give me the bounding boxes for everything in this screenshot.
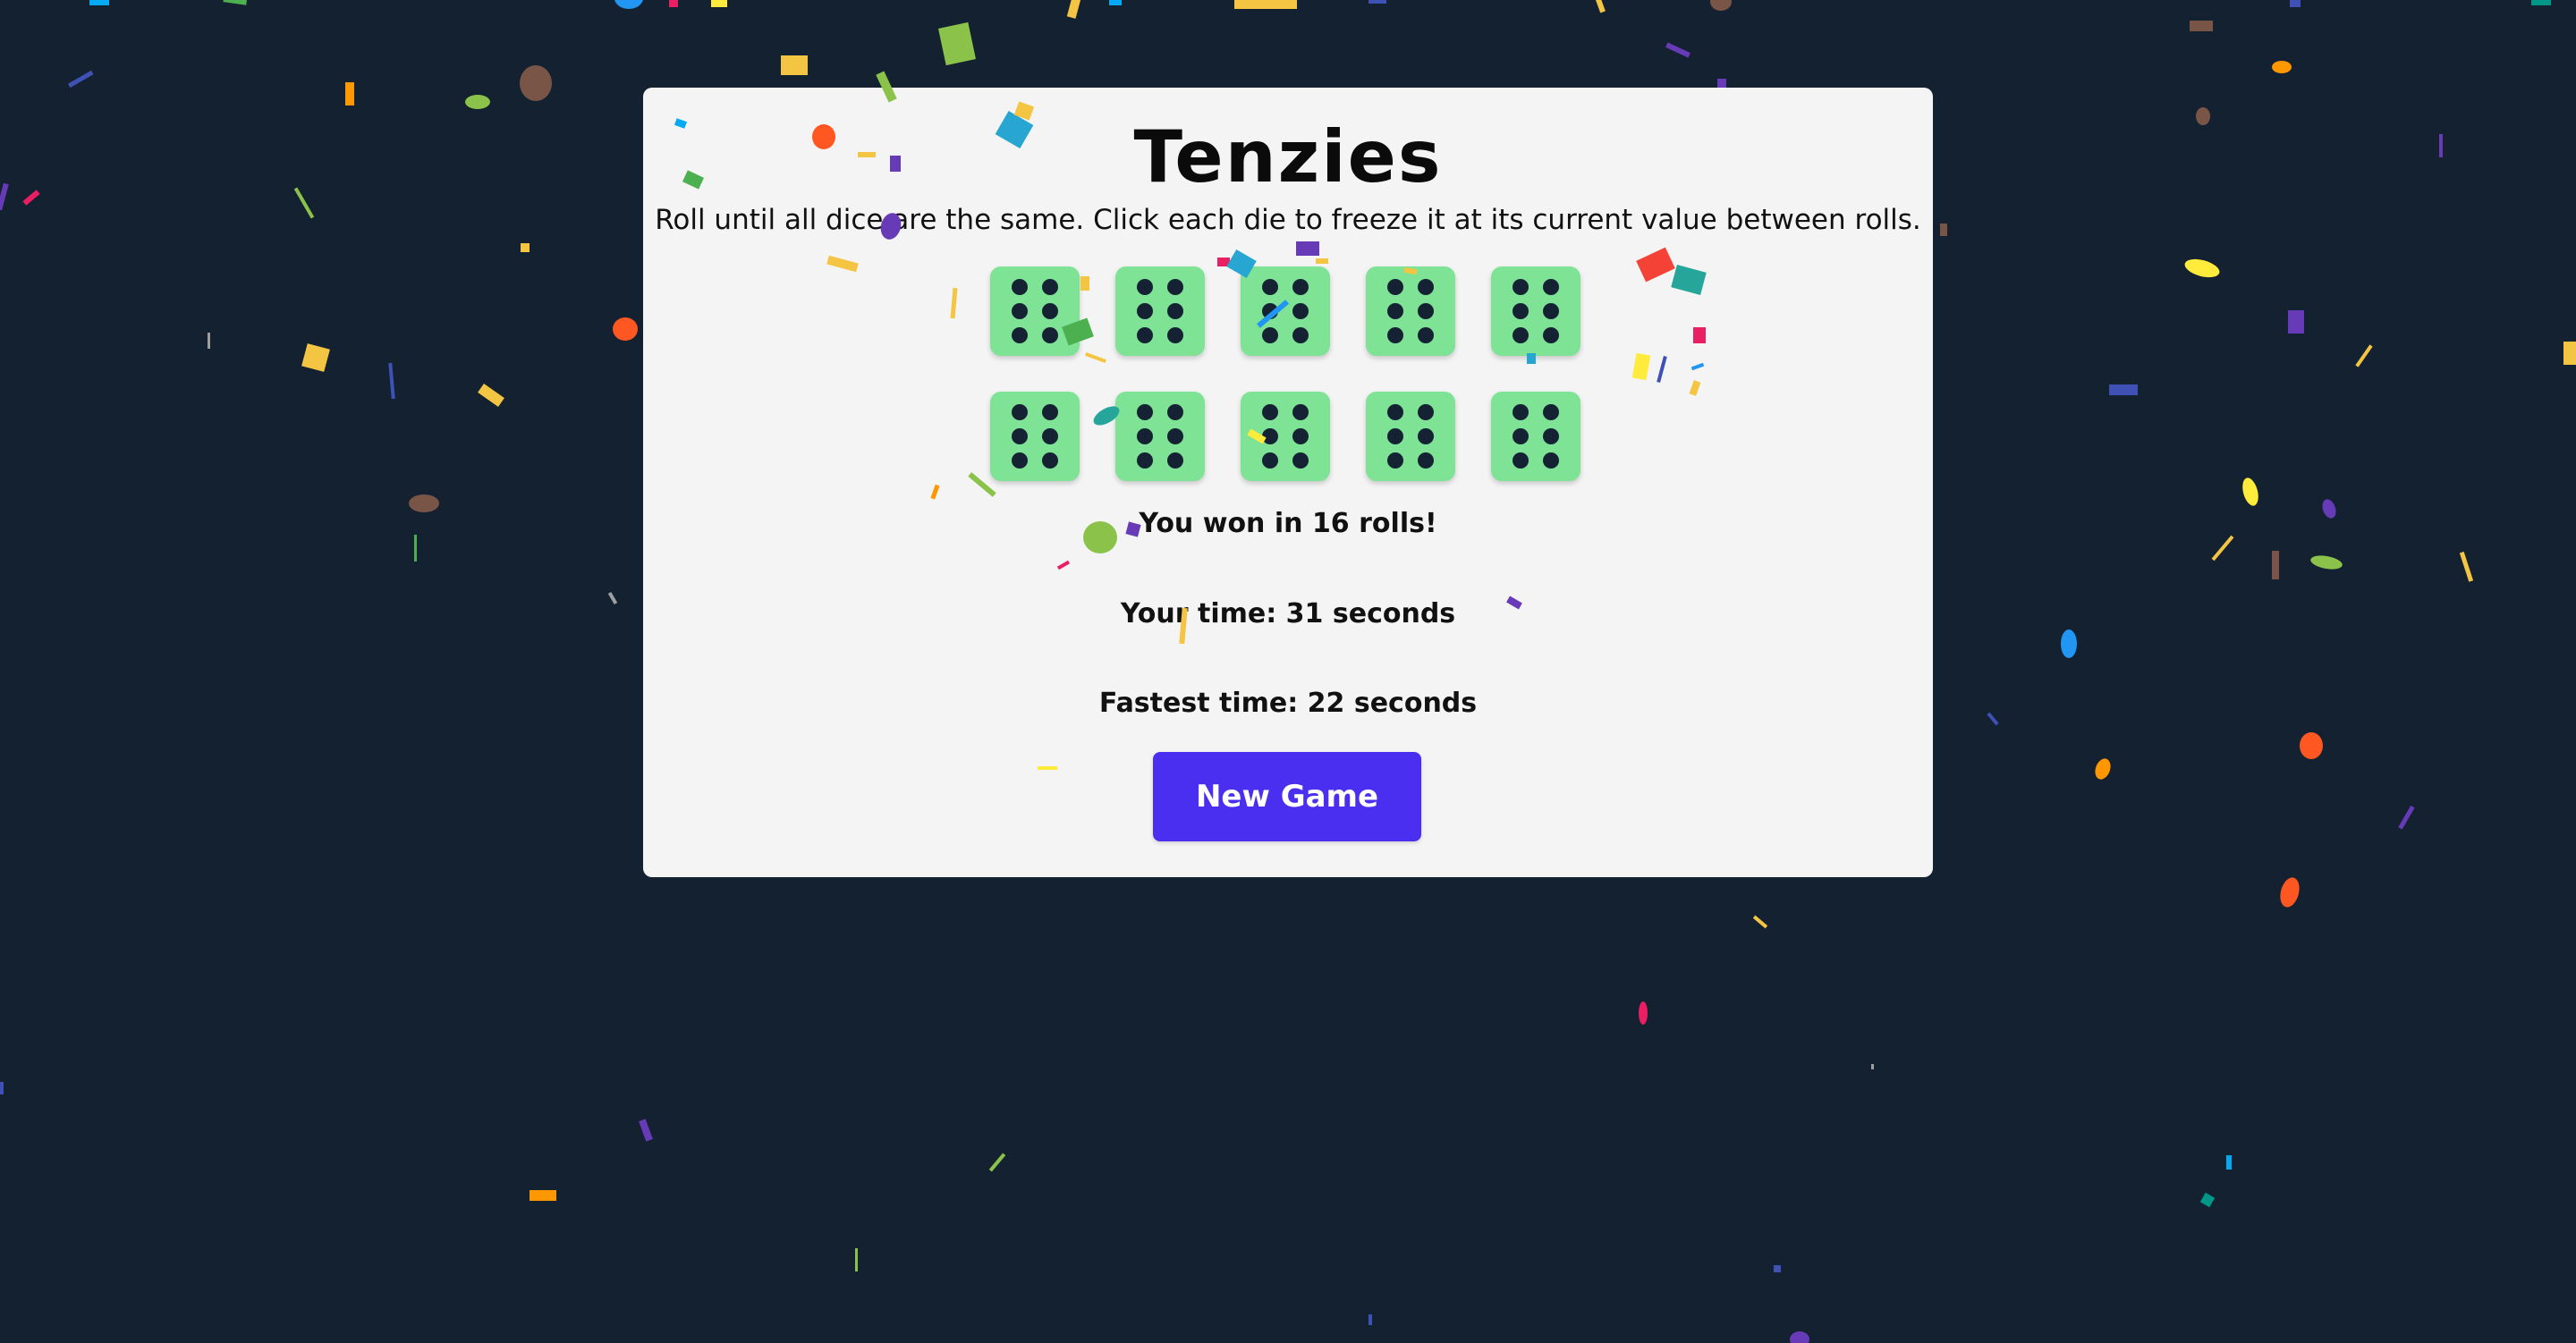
dice-grid — [990, 266, 1586, 481]
die-8[interactable] — [1241, 392, 1330, 481]
die-10[interactable] — [1491, 392, 1580, 481]
die-pip — [1012, 279, 1028, 296]
die-pip — [1513, 452, 1529, 469]
your-time-text: Your time: 31 seconds — [1120, 598, 1456, 629]
die-pip — [1167, 326, 1183, 343]
die-pip — [1262, 452, 1278, 469]
die-7[interactable] — [1115, 392, 1205, 481]
die-6[interactable] — [990, 392, 1080, 481]
die-pip — [1292, 427, 1309, 444]
die-pip — [1418, 326, 1434, 343]
die-pip — [1012, 326, 1028, 343]
die-pip — [1418, 404, 1434, 421]
die-pip — [1137, 279, 1153, 296]
instructions-text: Roll until all dice are the same. Click … — [655, 204, 1921, 236]
die-pip — [1418, 279, 1434, 296]
die-pip — [1543, 404, 1559, 421]
die-pip — [1042, 452, 1058, 469]
die-5[interactable] — [1491, 266, 1580, 356]
die-pip — [1042, 302, 1058, 319]
die-pip — [1387, 452, 1403, 469]
die-pip — [1137, 404, 1153, 421]
game-panel: Tenzies Roll until all dice are the same… — [643, 88, 1933, 877]
die-pip — [1513, 404, 1529, 421]
die-pip — [1292, 302, 1309, 319]
die-pip — [1387, 302, 1403, 319]
die-pip — [1543, 302, 1559, 319]
die-pip — [1137, 427, 1153, 444]
won-message: You won in 16 rolls! — [1139, 508, 1437, 539]
die-pip — [1137, 302, 1153, 319]
die-pip — [1262, 326, 1278, 343]
die-pip — [1012, 427, 1028, 444]
die-3[interactable] — [1241, 266, 1330, 356]
die-pip — [1167, 302, 1183, 319]
die-pip — [1387, 427, 1403, 444]
die-pip — [1292, 279, 1309, 296]
die-pip — [1167, 427, 1183, 444]
die-pip — [1292, 404, 1309, 421]
die-pip — [1513, 302, 1529, 319]
die-pip — [1262, 404, 1278, 421]
die-pip — [1513, 427, 1529, 444]
die-pip — [1387, 279, 1403, 296]
die-pip — [1042, 404, 1058, 421]
die-pip — [1262, 427, 1278, 444]
die-9[interactable] — [1366, 392, 1455, 481]
die-pip — [1543, 427, 1559, 444]
die-pip — [1167, 279, 1183, 296]
die-pip — [1137, 326, 1153, 343]
die-pip — [1418, 302, 1434, 319]
die-pip — [1012, 452, 1028, 469]
die-pip — [1292, 452, 1309, 469]
die-1[interactable] — [990, 266, 1080, 356]
game-title: Tenzies — [1133, 115, 1443, 198]
die-pip — [1042, 427, 1058, 444]
fastest-time-text: Fastest time: 22 seconds — [1098, 688, 1478, 719]
die-pip — [1042, 326, 1058, 343]
die-pip — [1418, 452, 1434, 469]
die-pip — [1543, 452, 1559, 469]
die-pip — [1167, 404, 1183, 421]
die-pip — [1513, 326, 1529, 343]
die-pip — [1262, 279, 1278, 296]
die-pip — [1513, 279, 1529, 296]
die-pip — [1387, 404, 1403, 421]
die-pip — [1262, 302, 1278, 319]
die-2[interactable] — [1115, 266, 1205, 356]
die-pip — [1543, 326, 1559, 343]
die-pip — [1012, 404, 1028, 421]
die-pip — [1012, 302, 1028, 319]
new-game-button[interactable]: New Game — [1153, 752, 1421, 841]
die-pip — [1042, 279, 1058, 296]
die-4[interactable] — [1366, 266, 1455, 356]
die-pip — [1387, 326, 1403, 343]
die-pip — [1418, 427, 1434, 444]
die-pip — [1137, 452, 1153, 469]
die-pip — [1543, 279, 1559, 296]
die-pip — [1292, 326, 1309, 343]
die-pip — [1167, 452, 1183, 469]
